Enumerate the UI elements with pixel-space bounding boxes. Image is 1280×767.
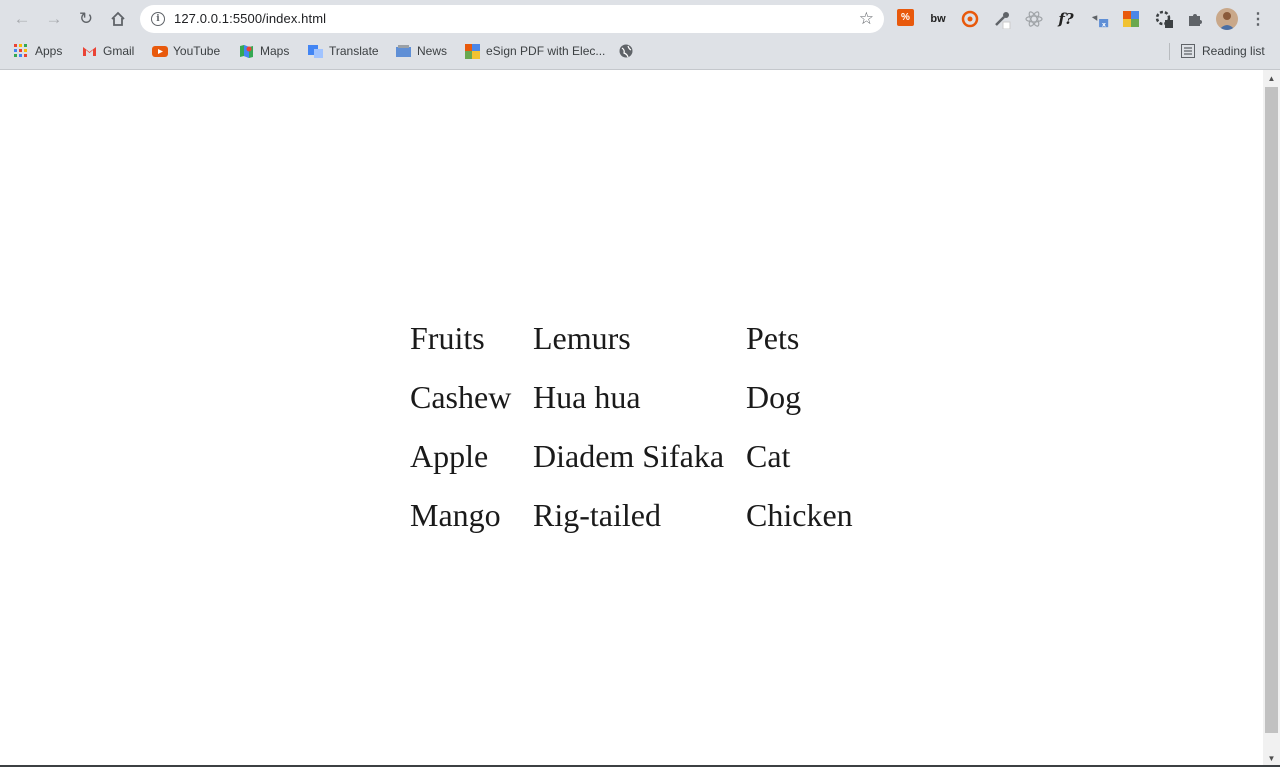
reload-icon[interactable]: ↻ (75, 8, 97, 30)
address-bar[interactable]: i 127.0.0.1:5500/index.html ☆ (140, 5, 884, 33)
list-item: Dog (746, 379, 802, 415)
bw-icon[interactable]: bw (928, 9, 948, 29)
list-item: Hua hua (533, 379, 641, 415)
dropper-icon[interactable] (992, 9, 1012, 29)
bookmark-label: eSign PDF with Elec... (486, 44, 606, 58)
column-fruits: Fruits Cashew Apple Mango (410, 317, 511, 553)
list-item: Mango (410, 497, 501, 533)
bookmark-gmail[interactable]: Gmail (82, 43, 134, 59)
column-pets: Pets Dog Cat Chicken (746, 317, 853, 553)
bookmark-youtube[interactable]: YouTube (152, 43, 220, 59)
gmail-icon (82, 44, 96, 58)
bookmark-star-icon[interactable]: ☆ (859, 9, 874, 29)
react-icon[interactable] (1024, 9, 1044, 29)
list-item: Apple (410, 438, 489, 474)
browser-toolbar: ← → ↻ i 127.0.0.1:5500/index.html ☆ % bw… (0, 0, 1280, 38)
font-icon[interactable]: f? (1056, 9, 1076, 29)
browser-chrome: ← → ↻ i 127.0.0.1:5500/index.html ☆ % bw… (0, 0, 1280, 70)
bookmark-label: YouTube (173, 44, 221, 58)
transifex-icon[interactable]: % (897, 9, 914, 26)
column-lemurs: Lemurs Hua hua Diadem Sifaka Rig-tailed (533, 317, 724, 553)
youtube-icon (152, 44, 168, 58)
bookmark-label: News (417, 44, 448, 58)
translate-icon (308, 44, 323, 58)
apps-grid-icon (14, 44, 28, 58)
globe-icon (619, 44, 633, 58)
eye-icon[interactable] (960, 9, 980, 29)
esign-icon (465, 44, 480, 59)
bookmark-globe[interactable] (619, 43, 640, 59)
bookmarks-bar: Apps Gmail YouTube Maps Translate News e… (0, 38, 1280, 64)
list-item: Diadem Sifaka (533, 438, 725, 474)
news-icon (396, 44, 411, 58)
translate-ext-icon[interactable]: x (1090, 9, 1110, 29)
site-info-icon[interactable]: i (151, 12, 165, 26)
reading-list-label: Reading list (1202, 44, 1265, 58)
url-text[interactable]: 127.0.0.1:5500/index.html (174, 11, 326, 26)
bookmark-apps[interactable]: Apps (14, 43, 62, 59)
grid-ext-icon[interactable] (1121, 9, 1141, 29)
menu-kebab-icon[interactable]: ⋮ (1248, 9, 1268, 29)
back-arrow-icon[interactable]: ← (11, 8, 33, 30)
vertical-scrollbar[interactable]: ▲ ▼ (1263, 70, 1280, 767)
list-item: Chicken (746, 497, 853, 533)
svg-text:x: x (1102, 21, 1106, 28)
scrollbar-thumb[interactable] (1265, 87, 1278, 733)
gear-ext-icon[interactable] (1154, 9, 1174, 29)
forward-arrow-icon[interactable]: → (43, 8, 65, 30)
bookmark-maps[interactable]: Maps (239, 43, 289, 59)
puzzle-icon[interactable] (1185, 9, 1205, 29)
list-item: Rig-tailed (533, 497, 661, 533)
list-item: Cat (746, 438, 791, 474)
page-content: Fruits Cashew Apple Mango Lemurs Hua hua… (0, 70, 1263, 767)
bookmark-label: Translate (329, 44, 379, 58)
column-header: Fruits (410, 320, 485, 356)
bookmarks-divider (1169, 43, 1170, 60)
column-header: Lemurs (533, 320, 631, 356)
home-icon[interactable] (107, 8, 129, 30)
bookmark-news[interactable]: News (396, 43, 447, 59)
reading-list-button[interactable]: Reading list (1181, 43, 1265, 59)
maps-icon (239, 44, 253, 58)
bookmark-label: Maps (260, 44, 290, 58)
bookmark-esign[interactable]: eSign PDF with Elec... (465, 43, 605, 59)
avatar[interactable] (1216, 8, 1238, 30)
reading-list-icon (1181, 44, 1195, 58)
bookmark-label: Apps (35, 44, 63, 58)
scroll-up-icon[interactable]: ▲ (1263, 70, 1280, 87)
bookmark-translate[interactable]: Translate (308, 43, 379, 59)
bookmark-label: Gmail (103, 44, 135, 58)
column-header: Pets (746, 320, 800, 356)
list-item: Cashew (410, 379, 512, 415)
